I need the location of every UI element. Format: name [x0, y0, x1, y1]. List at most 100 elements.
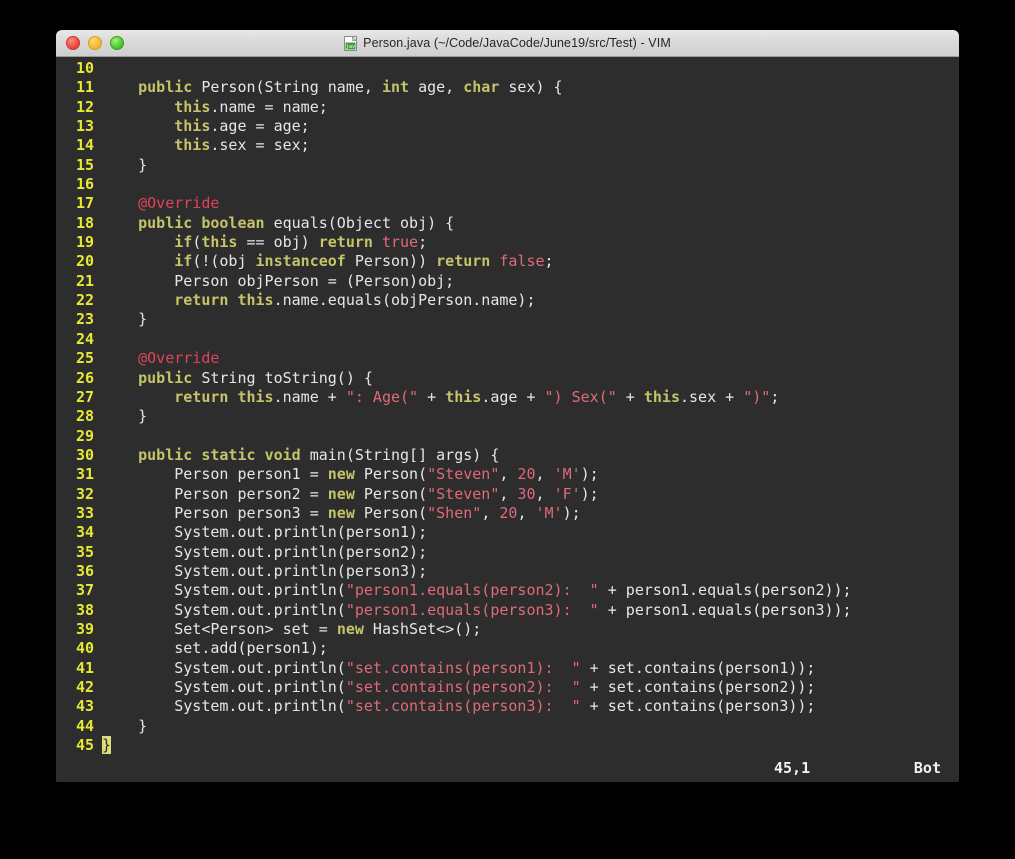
code-token: + person1.equals(person3)); — [598, 600, 852, 619]
code-line[interactable]: 11 public Person(String name, int age, c… — [56, 78, 959, 97]
code-line[interactable]: 25 @Override — [56, 349, 959, 368]
code-token: int — [381, 78, 410, 97]
code-line[interactable]: 26 public String toString() { — [56, 369, 959, 388]
vim-window: jav Person.java (~/Code/JavaCode/June19/… — [56, 30, 959, 782]
code-token: System.out.println(person1); — [102, 523, 428, 542]
code-line[interactable]: 33 Person person3 = new Person("Shen", 2… — [56, 504, 959, 523]
code-token: public — [138, 78, 193, 97]
code-line[interactable]: 40 set.add(person1); — [56, 639, 959, 658]
maximize-button-icon[interactable] — [110, 36, 124, 50]
code-line[interactable]: 29 — [56, 427, 959, 446]
code-line[interactable]: 10 — [56, 59, 959, 78]
code-line[interactable]: 39 Set<Person> set = new HashSet<>(); — [56, 620, 959, 639]
code-token: this — [174, 136, 211, 155]
window-titlebar[interactable]: jav Person.java (~/Code/JavaCode/June19/… — [56, 30, 959, 57]
code-token: "Steven" — [427, 465, 500, 484]
code-token: ; — [418, 233, 428, 252]
line-number: 34 — [75, 523, 94, 542]
code-line[interactable]: 13 this.age = age; — [56, 117, 959, 136]
code-line[interactable]: 42 System.out.println("set.contains(pers… — [56, 678, 959, 697]
line-number: 30 — [75, 445, 94, 464]
code-line[interactable]: 36 System.out.println(person3); — [56, 562, 959, 581]
code-line[interactable]: 20 if(!(obj instanceof Person)) return f… — [56, 252, 959, 271]
code-line[interactable]: 18 public boolean equals(Object obj) { — [56, 214, 959, 233]
code-token: 'M' — [535, 503, 563, 522]
code-line[interactable]: 19 if(this == obj) return true; — [56, 233, 959, 252]
code-token: (!(obj — [192, 252, 256, 271]
code-token: 'F' — [553, 484, 581, 503]
code-token: this — [174, 97, 211, 116]
code-token: , — [499, 484, 518, 503]
code-token: + — [616, 387, 644, 406]
code-line[interactable]: 28 } — [56, 407, 959, 426]
code-line[interactable]: 35 System.out.println(person2); — [56, 543, 959, 562]
code-line[interactable]: 34 System.out.println(person1); — [56, 523, 959, 542]
code-token: 20 — [517, 465, 536, 484]
line-number: 33 — [75, 503, 94, 522]
code-token: ); — [562, 503, 581, 522]
code-line[interactable]: 32 Person person2 = new Person("Steven",… — [56, 485, 959, 504]
code-token: @Override — [138, 349, 220, 368]
code-token: System.out.println( — [102, 697, 346, 716]
code-line[interactable]: 27 return this.name + ": Age(" + this.ag… — [56, 388, 959, 407]
code-token: "set.contains(person2): " — [345, 678, 581, 696]
code-line[interactable]: 22 return this.name.equals(objPerson.nam… — [56, 291, 959, 310]
code-token: .name.equals(objPerson.name); — [273, 291, 536, 310]
code-line[interactable]: 24 — [56, 330, 959, 349]
line-number: 32 — [75, 484, 94, 503]
code-token: "set.contains(person1): " — [345, 658, 581, 677]
code-token: } — [102, 155, 148, 174]
code-line[interactable]: 41 System.out.println("set.contains(pers… — [56, 659, 959, 678]
code-line[interactable]: 14 this.sex = sex; — [56, 136, 959, 155]
close-button-icon[interactable] — [66, 36, 80, 50]
code-line[interactable]: 43 System.out.println("set.contains(pers… — [56, 697, 959, 716]
line-number: 17 — [75, 194, 94, 213]
code-token: } — [102, 310, 148, 329]
code-line[interactable]: 44 } — [56, 717, 959, 736]
code-token: public — [138, 445, 193, 464]
code-token: + set.contains(person2)); — [580, 678, 816, 696]
code-token: Person person1 = — [102, 465, 328, 484]
code-line[interactable]: 45} — [56, 736, 959, 755]
code-line[interactable]: 21 Person objPerson = (Person)obj; — [56, 272, 959, 291]
code-token: , — [481, 503, 500, 522]
code-line[interactable]: 17 @Override — [56, 194, 959, 213]
code-token: Person( — [354, 484, 428, 503]
code-line[interactable]: 23 } — [56, 310, 959, 329]
code-token: , — [535, 465, 554, 484]
code-token: .age + — [481, 387, 545, 406]
line-number: 39 — [75, 619, 94, 638]
code-token: Person( — [354, 503, 428, 522]
line-number: 24 — [75, 329, 94, 348]
window-title-group: jav Person.java (~/Code/JavaCode/June19/… — [56, 30, 959, 56]
scroll-position-indicator: Bot — [913, 759, 941, 777]
code-token: Person( — [354, 465, 428, 484]
code-line[interactable]: 37 System.out.println("person1.equals(pe… — [56, 581, 959, 600]
line-number: 20 — [75, 252, 94, 271]
code-line[interactable]: 31 Person person1 = new Person("Steven",… — [56, 465, 959, 484]
vim-editor-pane[interactable]: 10 11 public Person(String name, int age,… — [56, 57, 959, 782]
line-number: 22 — [75, 291, 94, 310]
code-line[interactable]: 15 } — [56, 156, 959, 175]
line-number: 18 — [75, 213, 94, 232]
code-line[interactable]: 38 System.out.println("person1.equals(pe… — [56, 601, 959, 620]
code-token: + — [418, 387, 446, 406]
code-token: System.out.println(person2); — [102, 542, 428, 561]
code-token: "person1.equals(person3): " — [345, 600, 599, 619]
code-token: return — [174, 387, 229, 406]
code-buffer[interactable]: 10 11 public Person(String name, int age,… — [56, 57, 959, 755]
code-line[interactable]: 12 this.name = name; — [56, 98, 959, 117]
minimize-button-icon[interactable] — [88, 36, 102, 50]
code-token: this — [643, 387, 680, 406]
line-number: 26 — [75, 368, 94, 387]
code-token: char — [463, 78, 500, 97]
code-token: main(String[] args) { — [300, 445, 500, 464]
code-line[interactable]: 30 public static void main(String[] args… — [56, 446, 959, 465]
code-line[interactable]: 16 — [56, 175, 959, 194]
code-token: Person person3 = — [102, 503, 328, 522]
